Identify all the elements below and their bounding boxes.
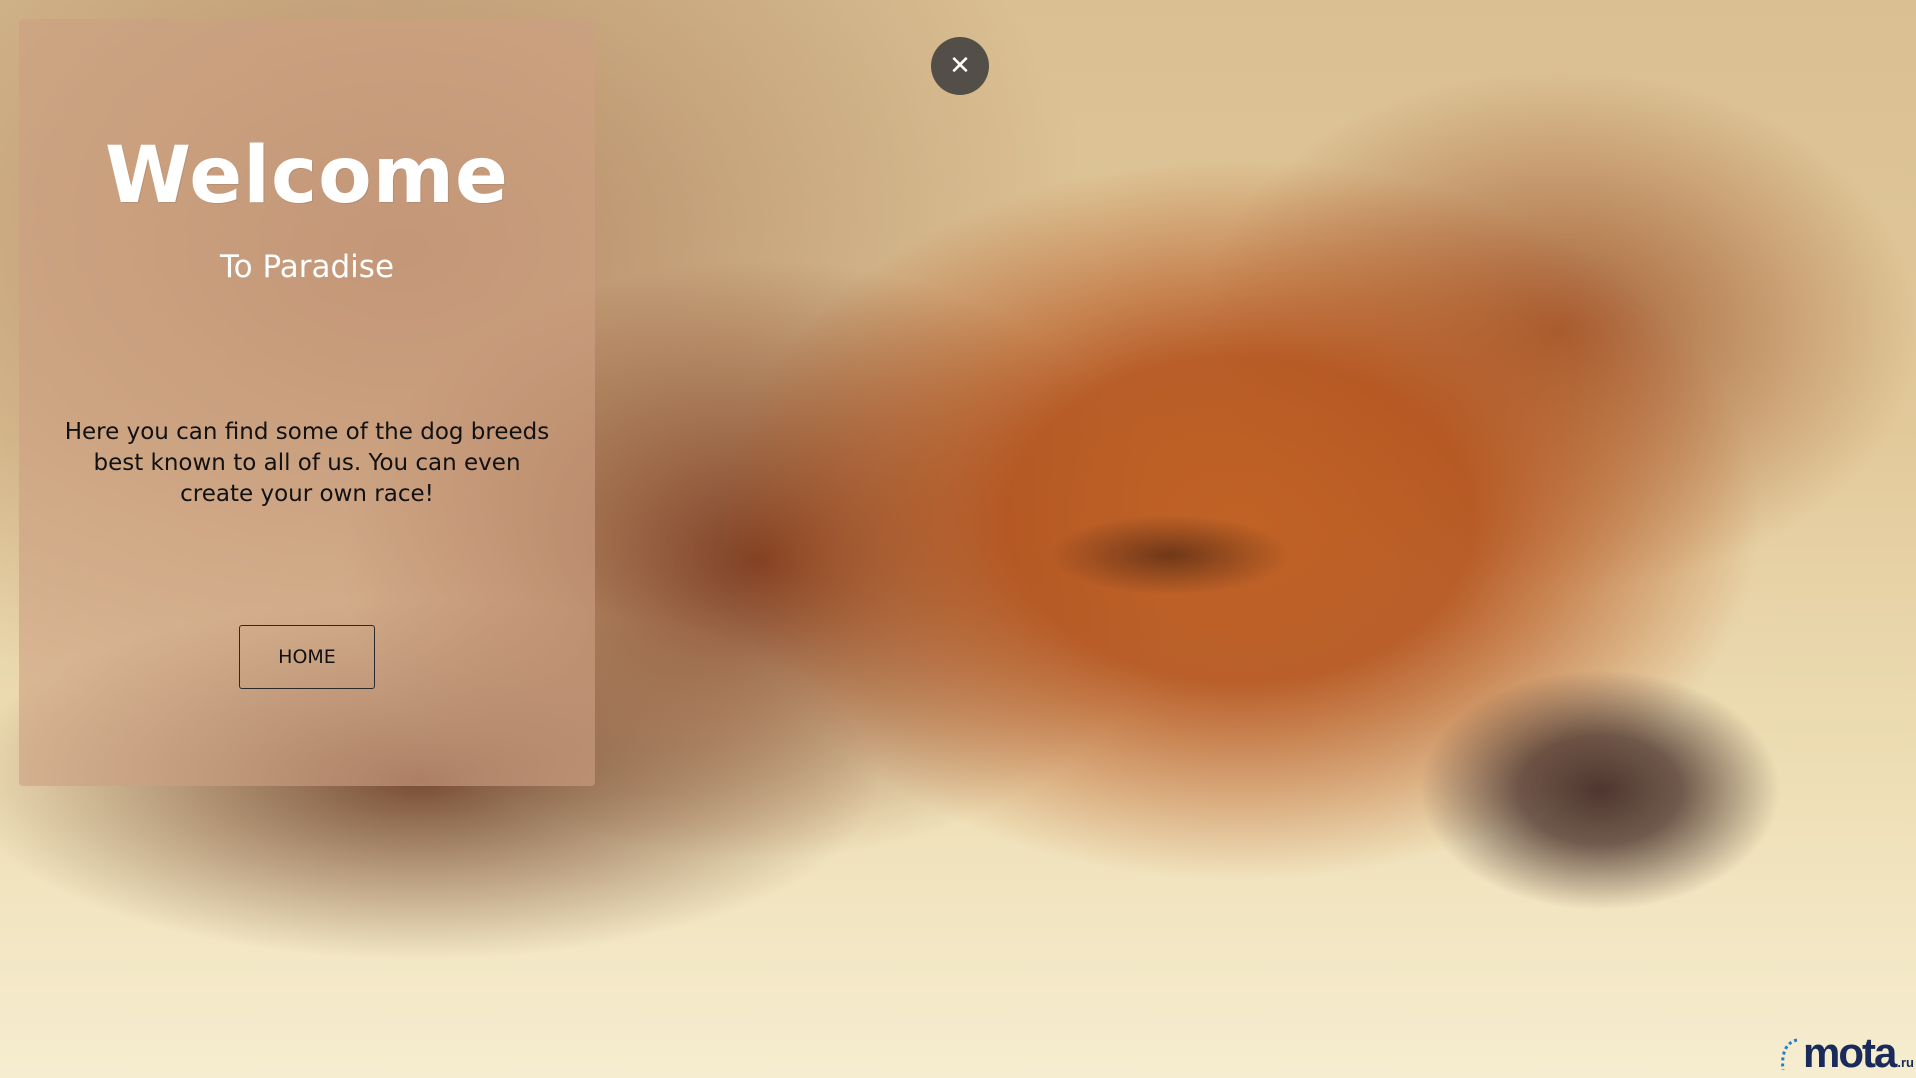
home-button[interactable]: HOME — [239, 625, 375, 689]
welcome-description: Here you can find some of the dog breeds… — [64, 419, 550, 507]
watermark-text: mota — [1803, 1029, 1897, 1076]
close-icon: ✕ — [949, 51, 971, 81]
welcome-title: Welcome — [105, 131, 509, 221]
page: ✕ Welcome To Paradise Here you can find … — [0, 0, 1916, 1078]
welcome-card: Welcome To Paradise Here you can find so… — [19, 19, 595, 786]
watermark-suffix: .ru — [1897, 1055, 1914, 1070]
watermark-logo: mota .ru — [1777, 1032, 1914, 1074]
close-button[interactable]: ✕ — [931, 37, 989, 95]
welcome-subtitle: To Paradise — [219, 249, 395, 285]
swirl-icon — [1781, 1038, 1798, 1071]
